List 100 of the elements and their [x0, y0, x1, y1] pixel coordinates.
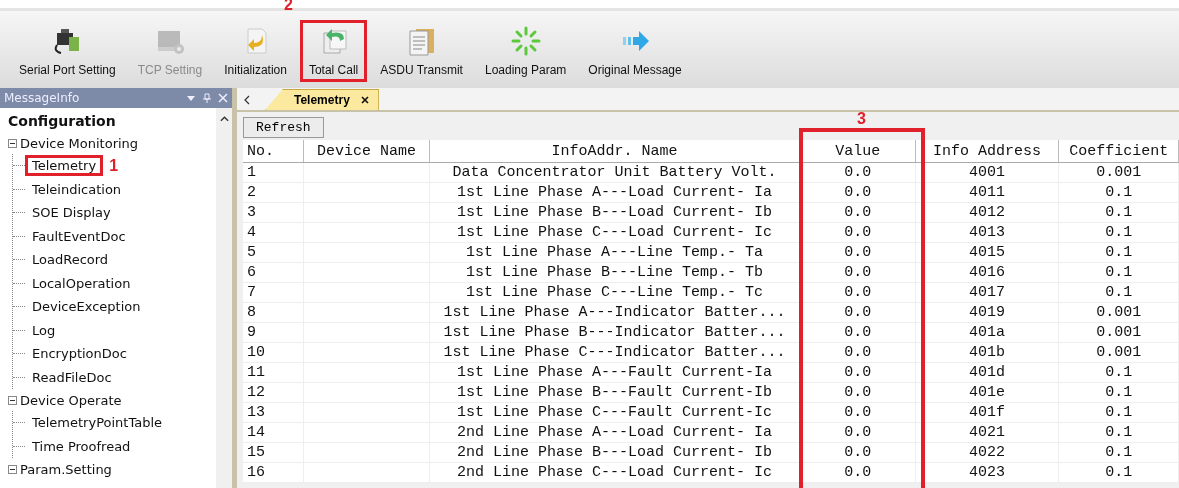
table-cell: 4021	[969, 423, 1006, 441]
table-cell: 0.1	[1105, 183, 1133, 201]
tree-item[interactable]: Log	[25, 319, 63, 341]
tree-item[interactable]: Device Operate	[20, 392, 122, 408]
table-cell: 1st Line Phase C---Indicator Batter...	[443, 343, 786, 361]
table-cell: 1st Line Phase C---Fault Current-Ic	[457, 403, 773, 421]
table-cell: 1st Line Phase C---Load Current- Ic	[457, 223, 773, 241]
tree-item[interactable]: DeviceException	[25, 296, 148, 318]
scrollbar[interactable]	[216, 108, 232, 488]
table-cell: 0.0	[844, 183, 872, 201]
expander-icon[interactable]	[8, 395, 17, 405]
table-cell: 0.001	[1096, 323, 1142, 341]
tree-item[interactable]: ReadFileDoc	[25, 366, 119, 388]
table-cell: 4013	[969, 223, 1006, 241]
expander-icon[interactable]	[8, 464, 17, 474]
close-icon[interactable]	[359, 95, 370, 105]
table-cell: 1st Line Phase C---Line Temp.- Tc	[466, 283, 764, 301]
tree-item[interactable]: TelemetryPointTable	[25, 412, 170, 434]
refresh-button[interactable]: Refresh	[243, 117, 324, 138]
table-cell: 5	[247, 243, 256, 261]
table-cell: 0.1	[1105, 463, 1133, 481]
table-cell: 1st Line Phase A---Load Current- Ia	[457, 183, 773, 201]
tree-item[interactable]: Teleindication	[25, 178, 129, 200]
column-header[interactable]: No.	[243, 140, 304, 163]
table-cell: 0.0	[844, 363, 872, 381]
table-cell: 14	[247, 423, 265, 441]
table-cell: 1st Line Phase B---Indicator Batter...	[443, 323, 786, 341]
table-cell: 9	[247, 323, 256, 341]
loading-icon	[509, 25, 542, 57]
toolbar-button[interactable]: Original Message	[579, 20, 691, 82]
table-cell: 10	[247, 343, 265, 361]
table-cell: 2nd Line Phase C---Load Current- Ic	[457, 463, 773, 481]
tree-item[interactable]: LocalOperation	[25, 272, 138, 294]
table-cell: 4019	[969, 303, 1006, 321]
table-cell: 0.0	[844, 383, 872, 401]
table-cell: 1st Line Phase A---Line Temp.- Ta	[466, 243, 764, 261]
table-cell: 0.1	[1105, 203, 1133, 221]
tab[interactable]: Telemetry	[265, 89, 379, 110]
table-cell: 0.1	[1105, 403, 1133, 421]
callout-number: 3	[857, 112, 866, 128]
table-cell: 0.1	[1105, 423, 1133, 441]
table-cell: 0.0	[844, 203, 872, 221]
table-cell: 2	[247, 183, 256, 201]
table-cell: 6	[247, 263, 256, 281]
table-cell: 4017	[969, 283, 1006, 301]
table-cell: 15	[247, 443, 265, 461]
toolbar-button[interactable]: Total Call	[299, 20, 368, 82]
column-header[interactable]: InfoAddr. Name	[429, 140, 801, 163]
table-cell: 1	[247, 163, 256, 181]
table-cell: 0.1	[1105, 243, 1133, 261]
table-cell: 4023	[969, 463, 1006, 481]
table-cell: 4	[247, 223, 256, 241]
panel-title: MessageInfo	[4, 91, 81, 105]
toolbar-button[interactable]: Initialization	[215, 20, 296, 82]
table-cell: 0.1	[1105, 263, 1133, 281]
column-header[interactable]: Coefficient	[1059, 140, 1179, 163]
table-cell: 0.0	[844, 283, 872, 301]
toolbar-button[interactable]: ASDU Transmit	[371, 20, 472, 82]
table-cell: 0.0	[844, 403, 872, 421]
pin-icon[interactable]	[202, 93, 212, 103]
table-cell: 0.001	[1096, 343, 1142, 361]
table-cell: 0.0	[844, 303, 872, 321]
table-cell: 13	[247, 403, 265, 421]
table-cell: 0.001	[1096, 163, 1142, 181]
table-cell: 2nd Line Phase A---Load Current- Ia	[457, 423, 773, 441]
tree-item[interactable]: LoadRecord	[25, 249, 116, 271]
expander-icon[interactable]	[8, 138, 17, 148]
table-cell: Data Concentrator Unit Battery Volt.	[452, 163, 777, 181]
table-cell: 0.0	[844, 223, 872, 241]
tree-item[interactable]: Time Proofread	[25, 435, 138, 457]
column-header[interactable]: Info Address	[915, 140, 1059, 163]
column-header[interactable]: Device Name	[303, 140, 429, 163]
table-cell: 401f	[969, 403, 1006, 421]
scroll-up-icon[interactable]	[219, 116, 229, 122]
table-cell: 0.1	[1105, 363, 1133, 381]
toolbar-button[interactable]: Loading Param	[475, 20, 576, 82]
table-cell: 4015	[969, 243, 1006, 261]
tree-item[interactable]: EncryptionDoc	[25, 343, 134, 365]
table-cell: 401b	[969, 343, 1006, 361]
table-cell: 0.0	[844, 323, 872, 341]
scroll-left-icon[interactable]	[243, 95, 251, 105]
table-cell: 3	[247, 203, 256, 221]
tree-item[interactable]: Param.Setting	[20, 461, 112, 477]
table-cell: 0.0	[844, 423, 872, 441]
table-cell: 0.0	[844, 243, 872, 261]
table-cell: 8	[247, 303, 256, 321]
table-cell: 0.1	[1105, 283, 1133, 301]
table-cell: 1st Line Phase B---Fault Current-Ib	[457, 383, 773, 401]
tree-item[interactable]: FaultEventDoc	[25, 225, 133, 247]
table-cell: 4022	[969, 443, 1006, 461]
table-cell: 4011	[969, 183, 1006, 201]
dropdown-icon[interactable]	[186, 93, 196, 103]
table-cell: 0.0	[844, 263, 872, 281]
column-header[interactable]: Value	[800, 140, 916, 163]
toolbar-button[interactable]: Serial Port Setting	[10, 20, 125, 82]
table-cell: 7	[247, 283, 256, 301]
tree-item[interactable]: SOE Display	[25, 202, 118, 224]
table-cell: 1st Line Phase A---Fault Current-Ia	[457, 363, 773, 381]
tree-item[interactable]: Device Monitoring	[20, 135, 139, 151]
callout-number: 1	[109, 156, 119, 175]
